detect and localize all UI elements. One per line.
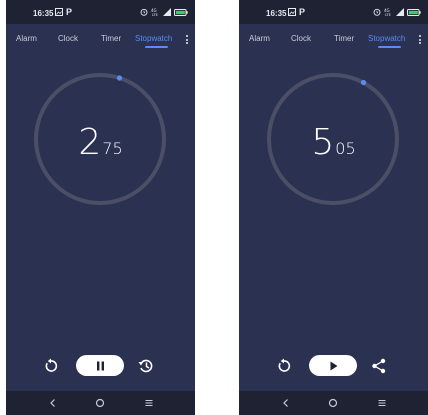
tab-alarm[interactable]: Alarm	[249, 34, 270, 43]
alarm-status-icon	[373, 8, 381, 16]
play-button[interactable]	[309, 355, 357, 376]
active-tab-indicator	[145, 46, 168, 48]
status-time: 16:35	[33, 9, 54, 18]
active-tab-indicator	[378, 46, 401, 48]
back-icon[interactable]	[47, 397, 59, 409]
phone-screen-paused: 16:35 P 4G LTE Alarm Clock Timer Stopwat…	[239, 0, 428, 415]
status-right-icons: 4G LTE	[373, 8, 421, 16]
pause-button[interactable]	[76, 355, 124, 376]
app-notification-icon: P	[66, 7, 73, 17]
svg-text:LTE: LTE	[152, 13, 158, 16]
stopwatch-controls	[6, 354, 195, 378]
elapsed-centiseconds: 75	[102, 139, 123, 158]
network-type-icon: 4G LTE	[384, 8, 391, 16]
home-icon[interactable]	[327, 397, 339, 409]
stopwatch-time: 2 75	[6, 122, 195, 163]
tab-bar: Alarm Clock Timer Stopwatch	[6, 24, 195, 51]
image-notification-icon	[288, 8, 296, 16]
elapsed-seconds: 5	[311, 122, 334, 163]
tab-stopwatch[interactable]: Stopwatch	[368, 34, 405, 43]
phone-screen-running: 16:35 P 4G LTE Alarm Clock Timer Stopwat…	[6, 0, 195, 415]
play-icon	[330, 361, 337, 370]
signal-icon	[396, 8, 404, 16]
tab-timer[interactable]: Timer	[334, 34, 354, 43]
status-bar: 16:35 P 4G LTE	[6, 0, 195, 24]
tab-alarm[interactable]: Alarm	[16, 34, 37, 43]
tab-bar: Alarm Clock Timer Stopwatch	[239, 24, 428, 51]
tab-stopwatch[interactable]: Stopwatch	[135, 34, 172, 43]
network-type-icon: 4G LTE	[151, 8, 158, 16]
pause-icon	[96, 361, 104, 370]
tab-timer[interactable]: Timer	[101, 34, 121, 43]
navigation-bar	[6, 391, 195, 415]
svg-text:LTE: LTE	[385, 13, 391, 16]
navigation-bar	[239, 391, 428, 415]
status-right-icons: 4G LTE	[140, 8, 188, 16]
elapsed-centiseconds: 05	[335, 139, 356, 158]
home-icon[interactable]	[94, 397, 106, 409]
reset-icon[interactable]	[42, 357, 60, 375]
status-bar: 16:35 P 4G LTE	[239, 0, 428, 24]
elapsed-seconds: 2	[78, 122, 101, 163]
signal-icon	[163, 8, 171, 16]
stopwatch-controls	[239, 354, 428, 378]
reset-icon[interactable]	[275, 357, 293, 375]
back-icon[interactable]	[280, 397, 292, 409]
lap-icon[interactable]	[137, 357, 155, 375]
recents-icon[interactable]	[143, 397, 155, 409]
alarm-status-icon	[140, 8, 148, 16]
recents-icon[interactable]	[376, 397, 388, 409]
more-options-icon[interactable]	[185, 35, 189, 45]
tab-clock[interactable]: Clock	[291, 34, 311, 43]
tab-clock[interactable]: Clock	[58, 34, 78, 43]
dial-progress-dot	[116, 75, 123, 81]
dial-progress-dot	[360, 79, 367, 86]
app-notification-icon: P	[299, 7, 306, 17]
battery-icon	[174, 8, 188, 16]
stopwatch-time: 5 05	[239, 122, 428, 163]
share-icon[interactable]	[370, 357, 388, 375]
battery-icon	[407, 8, 421, 16]
image-notification-icon	[55, 8, 63, 16]
status-time: 16:35	[266, 9, 287, 18]
more-options-icon[interactable]	[418, 35, 422, 45]
